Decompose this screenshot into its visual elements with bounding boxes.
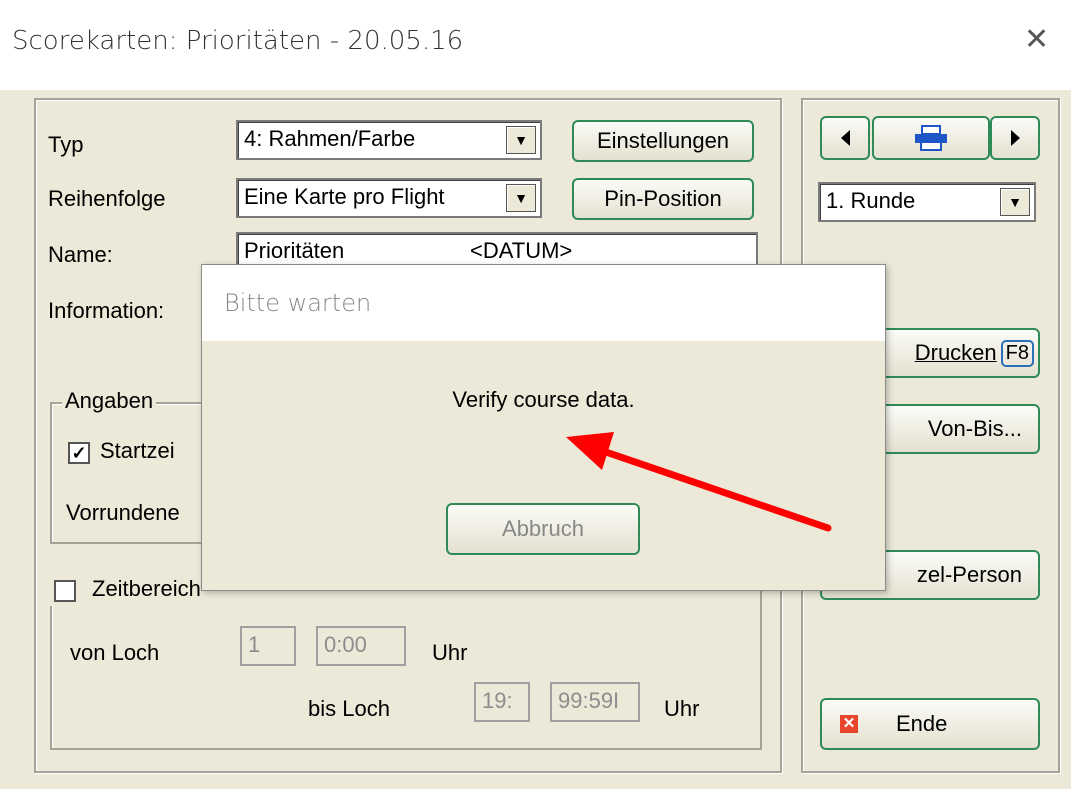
annotation-arrow: [566, 432, 832, 532]
